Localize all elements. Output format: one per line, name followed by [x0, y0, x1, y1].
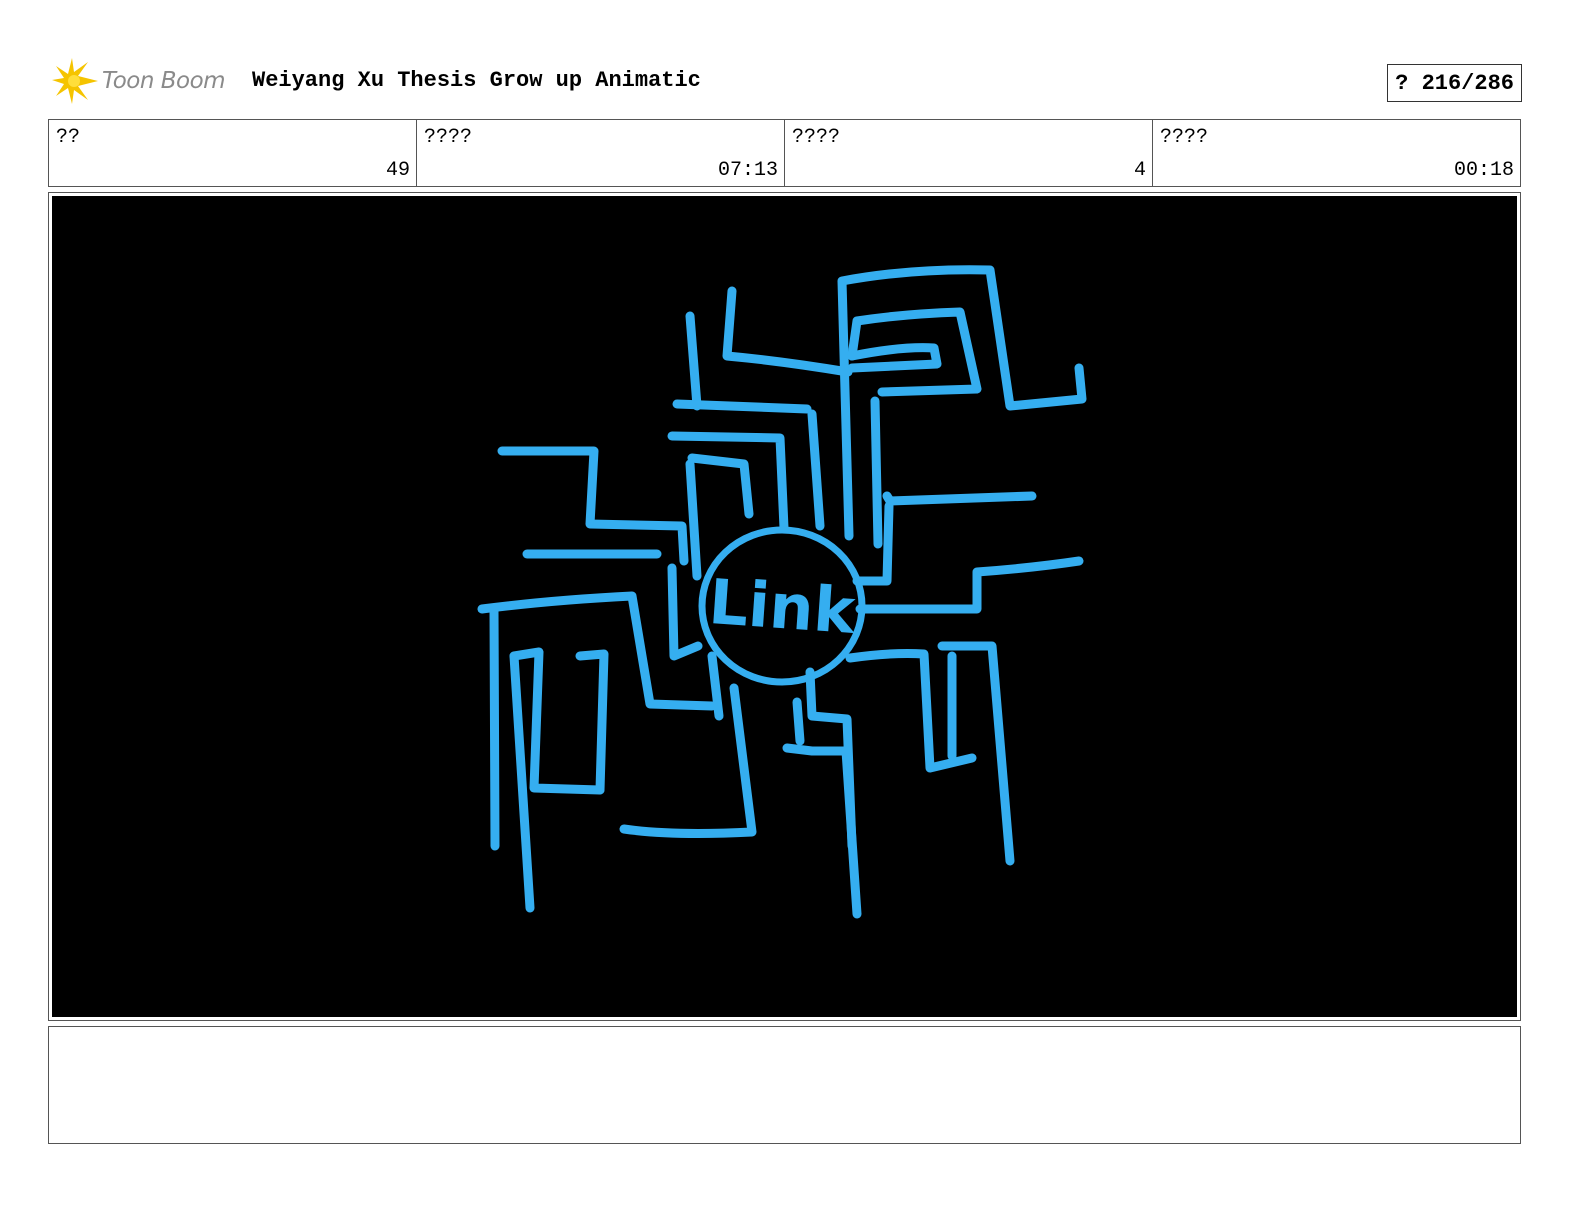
- info-label: ????: [792, 126, 841, 149]
- link-label: Link: [707, 565, 860, 648]
- info-label: ????: [1160, 126, 1209, 149]
- info-label: ????: [424, 126, 473, 149]
- panel-info-row: ?? 49 ???? 07:13 ???? 4 ???? 00:18: [48, 119, 1521, 187]
- logo-text: Toon Boom: [102, 68, 226, 94]
- info-cell-1: ?? 49: [49, 120, 417, 186]
- page-counter: ? 216/286: [1387, 64, 1522, 102]
- info-value: 4: [1133, 159, 1146, 182]
- info-value: 49: [385, 159, 410, 182]
- toon-boom-logo: Toon Boom: [50, 56, 240, 106]
- info-cell-2: ???? 07:13: [417, 120, 785, 186]
- info-value: 00:18: [1453, 159, 1514, 182]
- toon-boom-burst-icon: [52, 58, 98, 104]
- maze-sketch: Link: [477, 265, 1087, 919]
- info-cell-3: ???? 4: [785, 120, 1153, 186]
- storyboard-panel-image: Link: [52, 196, 1517, 1017]
- info-value: 07:13: [717, 159, 778, 182]
- header: Toon Boom Weiyang Xu Thesis Grow up Anim…: [48, 56, 1522, 106]
- storyboard-panel-frame: Link: [48, 192, 1521, 1021]
- notes-box: [48, 1026, 1521, 1144]
- info-label: ??: [56, 126, 81, 149]
- document-title: Weiyang Xu Thesis Grow up Animatic: [252, 68, 701, 93]
- info-cell-4: ???? 00:18: [1153, 120, 1520, 186]
